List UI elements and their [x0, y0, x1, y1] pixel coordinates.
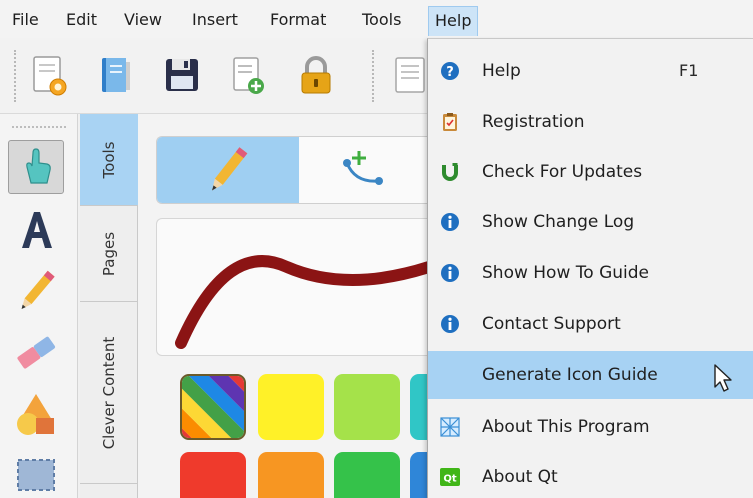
add-page-icon[interactable] — [228, 54, 268, 98]
menu-item-check-for-updates[interactable]: Check For Updates — [428, 148, 753, 196]
menu-help[interactable]: Help — [428, 6, 479, 36]
menu-item-generate-icon-guide[interactable]: Generate Icon Guide — [428, 351, 753, 399]
mode-selector — [156, 136, 428, 204]
selection-icon[interactable] — [8, 450, 64, 498]
help-menu-dropdown: ? Help F1 Registration Check For Updates… — [427, 38, 753, 498]
stroke-preview-curve — [175, 255, 435, 349]
menu-item-contact-support-label: Contact Support — [482, 314, 621, 334]
menu-item-about-qt[interactable]: Qt About Qt — [428, 453, 753, 498]
menu-item-check-for-updates-label: Check For Updates — [482, 162, 643, 182]
menu-item-show-how-to-guide-label: Show How To Guide — [482, 263, 649, 283]
pencil-mode-icon — [211, 147, 248, 191]
menu-item-registration[interactable]: Registration — [428, 98, 753, 146]
info-icon — [440, 263, 460, 283]
info-icon — [440, 212, 460, 232]
swatch-red[interactable] — [180, 452, 246, 498]
swatch-teal[interactable] — [410, 374, 428, 440]
pencil-mode-button[interactable] — [157, 137, 299, 203]
menu-item-about-this-program-label: About This Program — [482, 417, 650, 437]
tab-pages-label: Pages — [100, 231, 118, 276]
eraser-icon[interactable] — [8, 326, 64, 380]
document-icon[interactable] — [390, 54, 430, 98]
swatch-green[interactable] — [334, 452, 400, 498]
menu-item-help-label: Help — [482, 61, 521, 81]
shapes-icon[interactable] — [8, 388, 64, 442]
qt-logo-text: Qt — [443, 474, 457, 485]
swatch-blue[interactable] — [410, 452, 428, 498]
menu-item-help[interactable]: ? Help F1 — [428, 47, 753, 95]
menu-item-about-this-program[interactable]: About This Program — [428, 403, 753, 451]
open-book-icon[interactable] — [96, 54, 136, 98]
text-a-icon[interactable] — [8, 204, 64, 258]
menubar: File Edit View Insert Format Tools Help — [0, 0, 753, 38]
update-u-icon — [440, 162, 460, 182]
tool-strip — [0, 114, 78, 498]
menu-item-generate-icon-guide-label: Generate Icon Guide — [482, 365, 658, 385]
menu-item-help-shortcut: F1 — [679, 61, 699, 80]
menu-item-registration-label: Registration — [482, 112, 585, 132]
info-icon — [440, 314, 460, 334]
tab-clever-content-label: Clever Content — [100, 336, 118, 449]
tab-clever-content[interactable]: Clever Content — [80, 302, 138, 484]
tab-pages[interactable]: Pages — [80, 206, 138, 302]
side-tabs: Tools Pages Clever Content — [80, 114, 138, 498]
question-icon: ? — [440, 61, 460, 81]
new-document-icon[interactable] — [30, 54, 70, 98]
menu-insert[interactable]: Insert — [186, 6, 244, 36]
menu-item-show-change-log[interactable]: Show Change Log — [428, 198, 753, 246]
curve-add-mode-icon — [343, 151, 383, 185]
menu-view[interactable]: View — [118, 6, 168, 36]
curve-add-mode-button[interactable] — [299, 137, 428, 203]
pencil-icon[interactable] — [8, 264, 64, 318]
menu-file[interactable]: File — [6, 6, 45, 36]
mouse-cursor-icon — [713, 363, 735, 393]
tool-options-panel — [138, 114, 435, 498]
network-grid-icon — [440, 417, 460, 437]
qt-logo-icon: Qt — [440, 467, 460, 487]
clipboard-icon — [440, 112, 460, 132]
menu-item-show-change-log-label: Show Change Log — [482, 212, 635, 232]
lock-icon[interactable] — [296, 54, 336, 98]
menu-tools[interactable]: Tools — [356, 6, 407, 36]
swatch-light-green[interactable] — [334, 374, 400, 440]
stroke-preview — [156, 218, 435, 356]
toolbar-grip[interactable] — [14, 50, 17, 102]
menu-item-about-qt-label: About Qt — [482, 467, 558, 487]
menu-item-show-how-to-guide[interactable]: Show How To Guide — [428, 249, 753, 297]
save-floppy-icon[interactable] — [162, 54, 202, 98]
tool-strip-grip[interactable] — [12, 126, 66, 128]
swatch-orange[interactable] — [258, 452, 324, 498]
menu-format[interactable]: Format — [264, 6, 332, 36]
menu-item-contact-support[interactable]: Contact Support — [428, 300, 753, 348]
swatch-rainbow[interactable] — [180, 374, 246, 440]
menu-edit[interactable]: Edit — [60, 6, 103, 36]
hand-pointer-icon[interactable] — [8, 140, 64, 194]
toolbar-grip-2[interactable] — [372, 50, 375, 102]
tab-tools-label: Tools — [100, 141, 118, 178]
tab-tools[interactable]: Tools — [80, 114, 138, 206]
swatch-yellow[interactable] — [258, 374, 324, 440]
svg-text:?: ? — [446, 65, 454, 80]
